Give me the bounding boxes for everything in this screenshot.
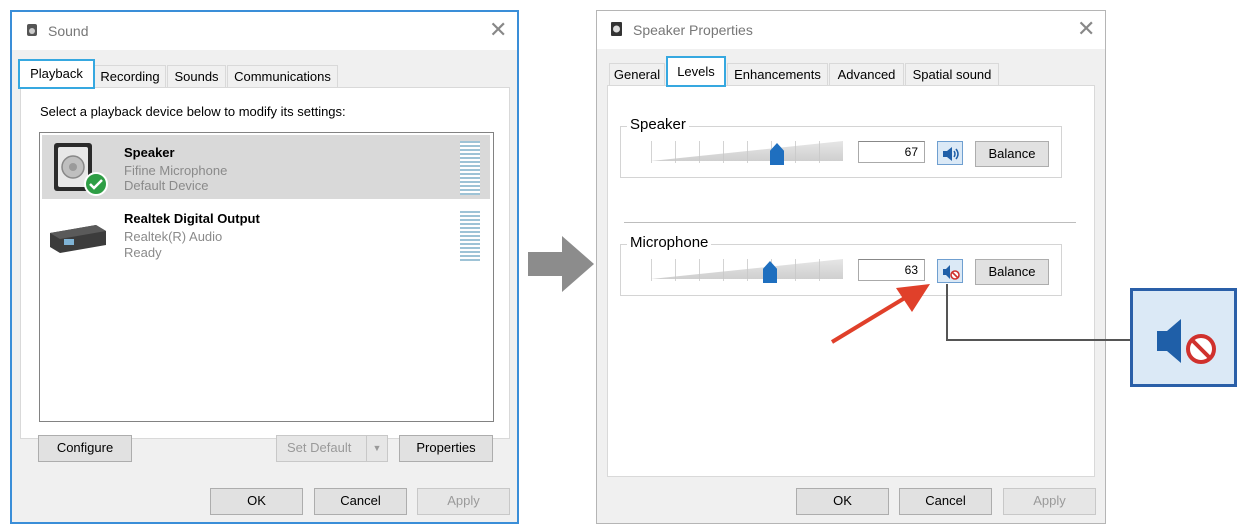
tab-playback[interactable]: Playback [18, 59, 95, 89]
tab-advanced[interactable]: Advanced [829, 63, 904, 86]
speaker-slider-ticks [651, 141, 843, 163]
set-default-dropdown-icon[interactable]: ▼ [366, 436, 387, 461]
tab-general[interactable]: General [609, 63, 665, 86]
props-apply-button[interactable]: Apply [1003, 488, 1096, 515]
device-line1-digital-output: Realtek(R) Audio [124, 229, 223, 244]
playback-panel: Select a playback device below to modify… [20, 87, 510, 439]
volume-meter-speaker [460, 141, 480, 195]
configure-button[interactable]: Configure [38, 435, 132, 462]
speaker-level-value[interactable]: 67 [858, 141, 925, 163]
device-name-digital-output: Realtek Digital Output [124, 211, 260, 226]
tab-spatial-sound[interactable]: Spatial sound [905, 63, 999, 86]
device-line1-speaker: Fifine Microphone [124, 163, 228, 178]
set-default-label: Set Default [287, 440, 352, 455]
speaker-on-icon [942, 146, 960, 162]
speaker-properties-dialog: Speaker Properties ✕ General Levels Enha… [596, 10, 1106, 524]
speaker-mute-button[interactable] [937, 141, 963, 165]
microphone-slider-ticks [651, 259, 843, 281]
props-app-icon [609, 21, 625, 37]
speaker-level-label: Speaker [627, 116, 689, 133]
speaker-level-group: Speaker 67 Balance [620, 116, 1062, 178]
speaker-muted-icon [1153, 315, 1223, 367]
playback-instruction: Select a playback device below to modify… [40, 104, 346, 119]
device-list[interactable]: Speaker Fifine Microphone Default Device… [39, 132, 494, 422]
tab-communications[interactable]: Communications [227, 65, 338, 88]
red-pointer-arrow-icon [826, 278, 936, 346]
device-name-speaker: Speaker [124, 145, 175, 160]
digital-output-icon [48, 219, 108, 255]
set-default-button[interactable]: Set Default ▼ [276, 435, 388, 462]
muted-icon-callout [1130, 288, 1237, 387]
microphone-balance-button[interactable]: Balance [975, 259, 1049, 285]
callout-connector [944, 284, 1134, 344]
props-title-bar: Speaker Properties ✕ [597, 11, 1105, 49]
microphone-volume-slider[interactable] [651, 259, 843, 283]
props-close-icon[interactable]: ✕ [1077, 19, 1095, 41]
sound-app-icon [24, 22, 40, 38]
device-status-digital-output: Ready [124, 245, 162, 260]
tab-recording[interactable]: Recording [94, 65, 166, 88]
volume-meter-digital-output [460, 211, 480, 261]
props-ok-button[interactable]: OK [796, 488, 889, 515]
microphone-mute-button[interactable] [937, 259, 963, 283]
sound-close-icon[interactable]: ✕ [489, 20, 507, 42]
device-status-speaker: Default Device [124, 178, 209, 193]
levels-divider [624, 222, 1076, 223]
speaker-icon [50, 141, 108, 197]
tab-sounds[interactable]: Sounds [167, 65, 226, 88]
properties-button[interactable]: Properties [399, 435, 493, 462]
props-cancel-button[interactable]: Cancel [899, 488, 992, 515]
sound-title-bar: Sound ✕ [12, 12, 517, 50]
device-row-speaker[interactable]: Speaker Fifine Microphone Default Device [42, 135, 490, 199]
sound-apply-button[interactable]: Apply [417, 488, 510, 515]
step-arrow-icon [528, 236, 596, 292]
sound-window-title: Sound [48, 23, 89, 39]
speaker-volume-slider[interactable] [651, 141, 843, 165]
microphone-level-label: Microphone [627, 234, 712, 251]
sound-cancel-button[interactable]: Cancel [314, 488, 407, 515]
tab-levels[interactable]: Levels [666, 56, 726, 87]
device-row-digital-output[interactable]: Realtek Digital Output Realtek(R) Audio … [42, 205, 490, 269]
speaker-muted-small-icon [942, 264, 960, 280]
speaker-balance-button[interactable]: Balance [975, 141, 1049, 167]
sound-ok-button[interactable]: OK [210, 488, 303, 515]
props-window-title: Speaker Properties [633, 22, 753, 38]
sound-dialog: Sound ✕ Playback Recording Sounds Commun… [10, 10, 519, 524]
tab-enhancements[interactable]: Enhancements [727, 63, 828, 86]
